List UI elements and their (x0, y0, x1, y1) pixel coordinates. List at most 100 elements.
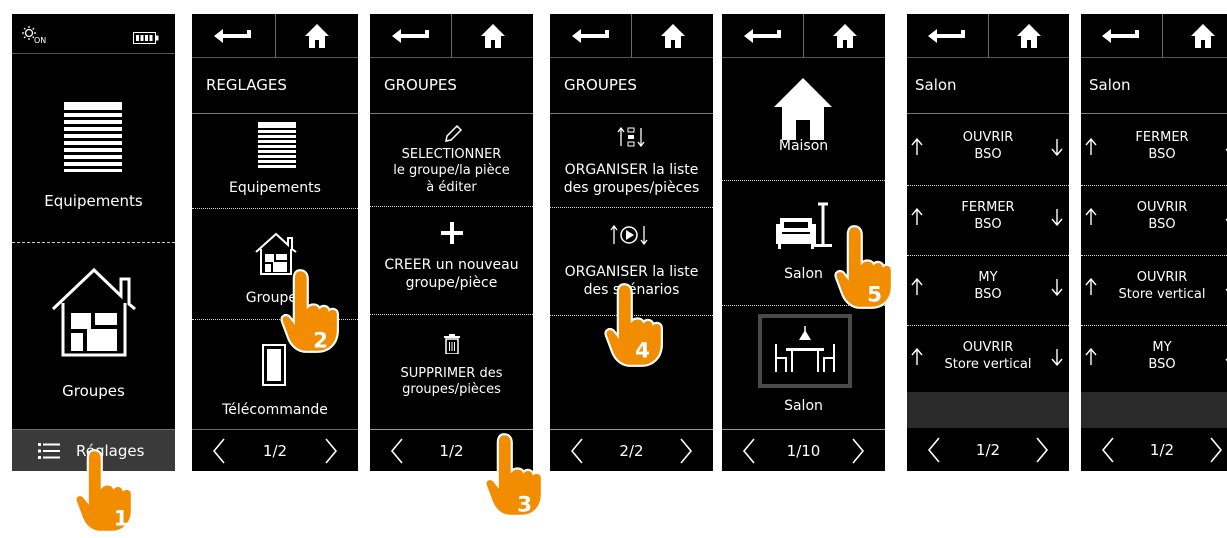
back-arrow-icon (1101, 26, 1141, 46)
page-title: Salon (1081, 57, 1227, 114)
move-up-icon[interactable] (1085, 208, 1097, 226)
step-3-hand-icon: 3 (482, 432, 548, 522)
page-indicator: 1/2 (263, 442, 287, 460)
page-indicator: 1/10 (787, 442, 821, 460)
home-button[interactable] (988, 14, 1070, 57)
back-button[interactable] (907, 14, 988, 57)
row-action: FERMER (927, 200, 1049, 217)
page-title: REGLAGES (192, 57, 358, 114)
home-icon (832, 23, 858, 49)
living-room-icon (776, 202, 836, 256)
pagination: 2/2 (550, 429, 713, 471)
move-down-icon[interactable] (1051, 208, 1063, 226)
home-button[interactable] (275, 14, 359, 57)
scenario-row[interactable]: OUVRIRBSO (907, 116, 1069, 186)
home-icon (1190, 23, 1216, 49)
move-down-icon[interactable] (1051, 138, 1063, 156)
organize-scenarios-line-1: ORGANISER la liste (550, 264, 713, 282)
plus-icon (441, 222, 463, 248)
back-arrow-icon (571, 26, 611, 46)
move-up-icon[interactable] (1085, 138, 1097, 156)
group-label-maison: Maison (722, 138, 885, 156)
scenario-row[interactable]: FERMERBSO (907, 186, 1069, 256)
move-up-icon[interactable] (911, 278, 923, 296)
select-line-1: SELECTIONNER (370, 147, 533, 163)
select-line-3: à éditer (370, 180, 533, 196)
back-button[interactable] (1081, 14, 1162, 57)
row-action: OUVRIR (927, 130, 1049, 147)
move-up-icon[interactable] (1085, 278, 1097, 296)
move-up-icon[interactable] (911, 208, 923, 226)
status-bar: ON (12, 14, 175, 57)
home-button[interactable] (451, 14, 533, 57)
blind-icon (64, 102, 122, 176)
move-up-icon[interactable] (911, 348, 923, 366)
screen-groups: GROUPES SELECTIONNER le groupe/la pièce … (370, 14, 533, 471)
next-page-button[interactable] (1207, 437, 1225, 463)
group-label-salon-2: Salon (722, 398, 885, 416)
step-4-number: 4 (635, 338, 650, 363)
move-down-icon[interactable] (1051, 278, 1063, 296)
step-3-number: 3 (517, 493, 532, 518)
page-title: GROUPES (370, 57, 533, 114)
row-device: BSO (927, 217, 1049, 234)
empty-row (1081, 392, 1227, 428)
page-indicator: 1/2 (1150, 441, 1174, 459)
home-icon (480, 23, 506, 49)
home-icon (304, 23, 330, 49)
back-button[interactable] (370, 14, 451, 57)
row-device: BSO (927, 287, 1049, 304)
prev-page-button[interactable] (925, 437, 943, 463)
row-action: FERMER (1101, 130, 1223, 147)
select-line-2: le groupe/la pièce (370, 163, 533, 179)
scenario-row[interactable]: FERMERBSO (1081, 116, 1227, 186)
prev-page-button[interactable] (740, 438, 758, 464)
prev-page-button[interactable] (1099, 437, 1117, 463)
row-device: Store vertical (927, 357, 1049, 374)
screen-home: ON Equipements Groupes Réglages (12, 14, 175, 471)
next-page-button[interactable] (849, 438, 867, 464)
groups-label: Groupes (12, 382, 175, 401)
empty-row (907, 392, 1069, 428)
row-action: OUVRIR (1101, 200, 1223, 217)
pagination: 1/2 (907, 429, 1069, 471)
page-indicator: 1/2 (439, 442, 463, 460)
screen-salon-order-2: Salon FERMERBSO OUVRIRBSO OUVRIRStore ve… (1081, 14, 1227, 471)
step-2-hand-icon: 2 (278, 268, 344, 358)
scenario-row[interactable]: OUVRIRBSO (1081, 186, 1227, 256)
home-button[interactable] (631, 14, 713, 57)
back-button[interactable] (550, 14, 631, 57)
sun-on-icon: ON (22, 26, 48, 48)
scenario-row[interactable]: MYBSO (1081, 326, 1227, 396)
next-page-button[interactable] (322, 438, 340, 464)
blind-icon (258, 122, 296, 174)
list-icon (38, 443, 60, 459)
organize-groups-line-2: des groupes/pièces (550, 180, 713, 198)
prev-page-button[interactable] (210, 438, 228, 464)
pagination: 1/2 (1081, 429, 1227, 471)
next-page-button[interactable] (1033, 437, 1051, 463)
back-arrow-icon (743, 26, 783, 46)
home-button[interactable] (1162, 14, 1227, 57)
home-icon (1016, 23, 1042, 49)
move-up-icon[interactable] (911, 138, 923, 156)
next-page-button[interactable] (677, 438, 695, 464)
scenario-row[interactable]: MYBSO (907, 256, 1069, 326)
row-device: BSO (927, 147, 1049, 164)
home-button[interactable] (803, 14, 885, 57)
scenario-row[interactable]: OUVRIRStore vertical (1081, 256, 1227, 326)
move-down-icon[interactable] (1051, 348, 1063, 366)
house-icon (772, 76, 834, 146)
row-action: MY (927, 270, 1049, 287)
step-1-hand-icon: 1 (72, 448, 138, 538)
move-up-icon[interactable] (1085, 348, 1097, 366)
back-button[interactable] (192, 14, 275, 57)
prev-page-button[interactable] (568, 438, 586, 464)
step-1-number: 1 (114, 506, 129, 531)
prev-page-button[interactable] (388, 438, 406, 464)
step-4-hand-icon: 4 (602, 282, 668, 372)
pencil-icon (443, 124, 463, 148)
screen-settings: REGLAGES Equipements Groupes Télécommand… (192, 14, 358, 471)
scenario-row[interactable]: OUVRIRStore vertical (907, 326, 1069, 396)
back-button[interactable] (722, 14, 803, 57)
